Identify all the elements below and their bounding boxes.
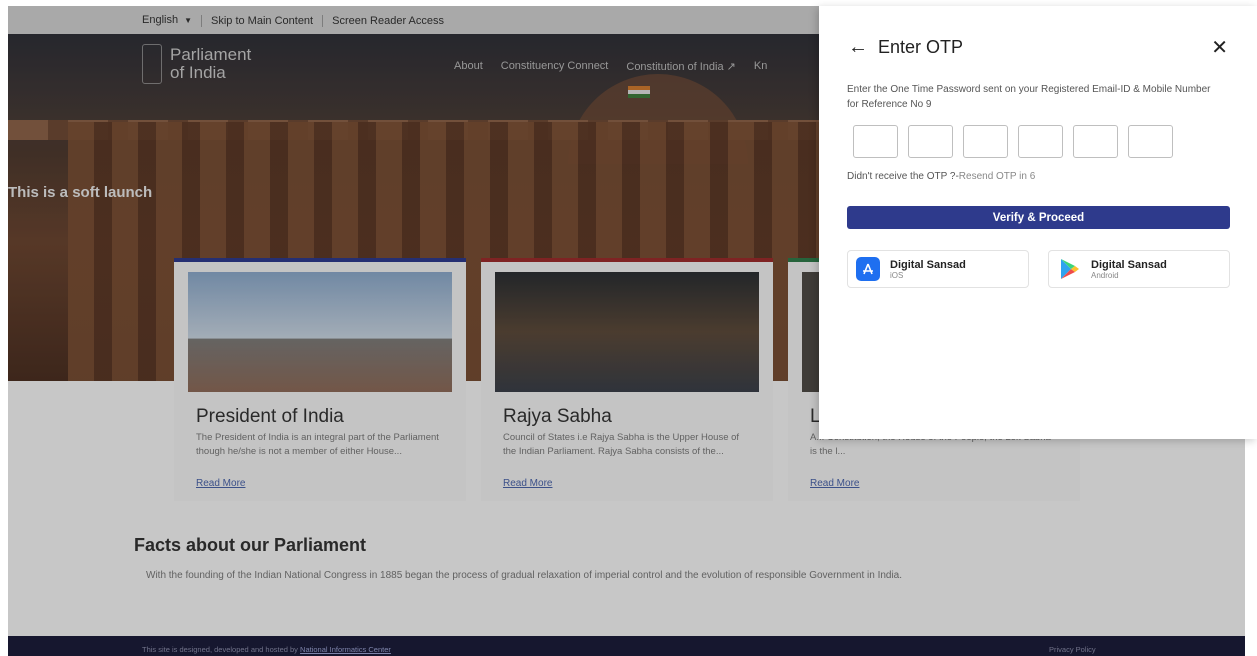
screen-reader-link[interactable]: Screen Reader Access: [322, 14, 453, 27]
otp-digit-2[interactable]: [908, 125, 953, 158]
otp-digit-3[interactable]: [963, 125, 1008, 158]
app-android-button[interactable]: Digital Sansad Android: [1048, 250, 1230, 288]
resend-timer: Resend OTP in 6: [958, 171, 1036, 182]
card-title: Rajya Sabha: [503, 406, 612, 427]
logo-text: Parliament of India: [170, 46, 251, 82]
app-platform: Android: [1091, 270, 1119, 280]
footer-credit: This site is designed, developed and hos…: [142, 645, 391, 654]
app-store-icon: [856, 257, 880, 281]
otp-modal: ← Enter OTP ✕ Enter the One Time Passwor…: [819, 6, 1257, 439]
language-label: English: [142, 14, 179, 26]
chevron-down-icon: ▼: [184, 16, 192, 25]
flag-image: [628, 86, 650, 98]
resend-prefix: Didn't receive the OTP ?-: [847, 171, 959, 182]
card-description: Council of States i.e Rajya Sabha is the…: [503, 432, 740, 457]
read-more-link[interactable]: Read More: [196, 478, 245, 489]
app-name: Digital Sansad: [890, 258, 966, 271]
nav-constituency-connect[interactable]: Constituency Connect: [501, 60, 609, 73]
card-accent: [174, 258, 466, 262]
modal-title: Enter OTP: [878, 37, 964, 57]
otp-input-group: [853, 125, 1173, 158]
external-link-icon: ↗: [726, 61, 736, 73]
nav-constitution-label: Constitution of India: [626, 61, 724, 73]
otp-digit-1[interactable]: [853, 125, 898, 158]
facts-heading: Facts about our Parliament: [134, 535, 367, 555]
verify-proceed-button[interactable]: Verify & Proceed: [847, 206, 1230, 229]
app-platform: iOS: [890, 270, 904, 280]
read-more-link[interactable]: Read More: [810, 478, 859, 489]
nav-about[interactable]: About: [454, 60, 483, 73]
soft-launch-banner: This is a soft launch: [8, 184, 153, 201]
card-rajya-sabha: Rajya Sabha Council of States i.e Rajya …: [481, 258, 773, 501]
resend-otp: Didn't receive the OTP ?-Resend OTP in 6: [847, 171, 1035, 182]
footer: This site is designed, developed and hos…: [8, 636, 1245, 656]
otp-digit-5[interactable]: [1073, 125, 1118, 158]
modal-header: ← Enter OTP ✕: [848, 36, 1228, 59]
emblem-icon: [142, 44, 162, 84]
card-description: The President of India is an integral pa…: [196, 432, 439, 457]
skip-to-main-link[interactable]: Skip to Main Content: [201, 14, 322, 27]
back-arrow-icon[interactable]: ←: [848, 36, 868, 59]
nav-constitution[interactable]: Constitution of India ↗: [626, 60, 736, 73]
app-ios-button[interactable]: Digital Sansad iOS: [847, 250, 1029, 288]
card-president: President of India The President of Indi…: [174, 258, 466, 501]
otp-description: Enter the One Time Password sent on your…: [847, 84, 1211, 110]
app-ios-label: Digital Sansad iOS: [890, 259, 966, 280]
footer-credit-text: This site is designed, developed and hos…: [142, 645, 298, 654]
logo-line2: of India: [170, 63, 226, 82]
facts-text: With the founding of the Indian National…: [146, 570, 903, 581]
privacy-policy-link[interactable]: Privacy Policy: [1049, 645, 1096, 654]
read-more-link[interactable]: Read More: [503, 478, 552, 489]
nav-more[interactable]: Kn: [754, 60, 767, 73]
app-android-label: Digital Sansad Android: [1091, 259, 1167, 280]
card-title: President of India: [196, 406, 344, 427]
site-logo[interactable]: Parliament of India: [142, 44, 251, 84]
president-image: [188, 272, 452, 392]
app-name: Digital Sansad: [1091, 258, 1167, 271]
main-nav: About Constituency Connect Constitution …: [454, 60, 767, 73]
language-selector[interactable]: English ▼: [142, 14, 201, 27]
google-play-icon: [1057, 257, 1081, 281]
close-icon[interactable]: ✕: [1211, 35, 1228, 60]
logo-line1: Parliament: [170, 45, 252, 64]
card-accent: [481, 258, 773, 262]
nic-link[interactable]: National Informatics Center: [300, 645, 391, 654]
otp-digit-4[interactable]: [1018, 125, 1063, 158]
rajya-sabha-image: [495, 272, 759, 392]
otp-digit-6[interactable]: [1128, 125, 1173, 158]
